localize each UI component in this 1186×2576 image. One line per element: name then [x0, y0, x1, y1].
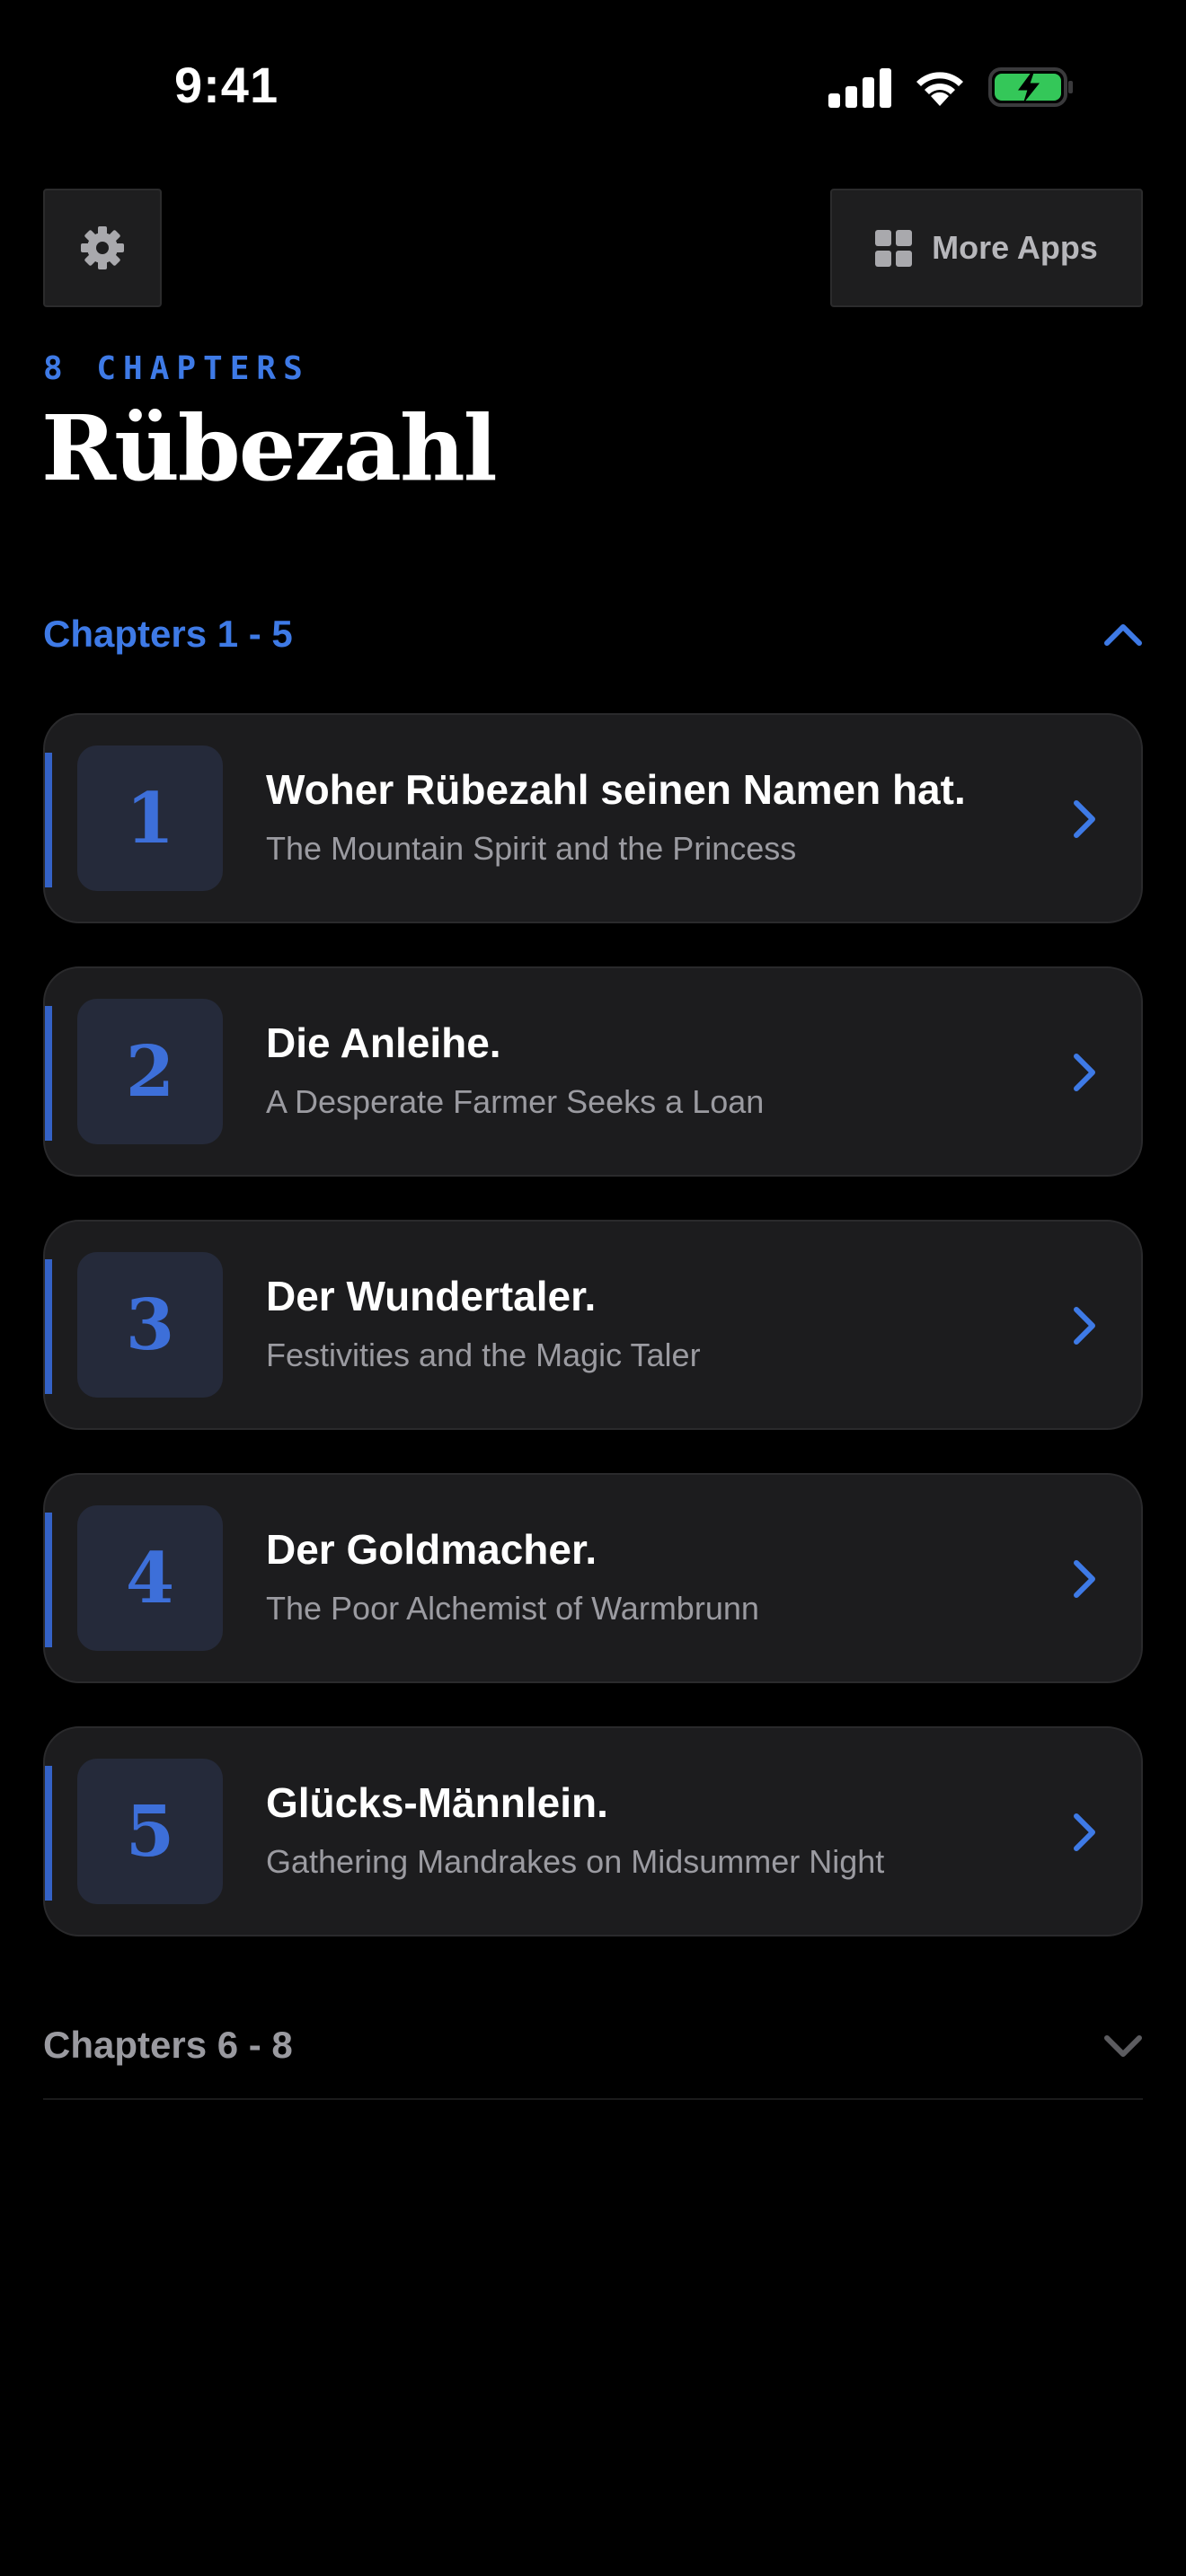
card-accent-bar [45, 1259, 52, 1394]
wifi-icon [916, 72, 963, 106]
more-apps-button[interactable]: More Apps [830, 189, 1143, 307]
chevron-right-icon [1074, 1307, 1095, 1345]
chapter-list: 1 Woher Rübezahl seinen Namen hat. The M… [43, 713, 1143, 1980]
signal-icon [828, 66, 891, 108]
grid-icon [875, 229, 913, 267]
chapter-subtitle: A Desperate Farmer Seeks a Loan [266, 1083, 765, 1120]
chapter-subtitle: The Poor Alchemist of Warmbrunn [266, 1590, 759, 1627]
card-accent-bar [45, 1006, 52, 1141]
chapter-title: Glücks-Männlein. [266, 1779, 608, 1826]
chapter-title: Der Goldmacher. [266, 1526, 597, 1573]
card-accent-bar [45, 753, 52, 887]
chapter-card-4[interactable]: 4 Der Goldmacher. The Poor Alchemist of … [43, 1473, 1143, 1683]
chapter-subtitle: Gathering Mandrakes on Midsummer Night [266, 1843, 885, 1880]
chapter-card-3[interactable]: 3 Der Wundertaler. Festivities and the M… [43, 1220, 1143, 1430]
chapter-number: 1 [77, 745, 223, 891]
book-title: Rübezahl [41, 395, 498, 501]
chapter-number: 3 [77, 1252, 223, 1398]
chapter-count: 8 CHAPTERS [43, 350, 310, 387]
chevron-right-icon [1074, 1813, 1095, 1851]
status-icons [828, 65, 1075, 110]
section-header-chapters-1-5[interactable]: Chapters 1 - 5 [43, 598, 1143, 670]
status-time: 9:41 [174, 57, 279, 113]
chapter-number: 5 [77, 1759, 223, 1904]
chapter-subtitle: Festivities and the Magic Taler [266, 1337, 701, 1373]
card-accent-bar [45, 1513, 52, 1647]
chevron-right-icon [1074, 1054, 1095, 1091]
chapter-title: Der Wundertaler. [266, 1273, 597, 1319]
chevron-up-icon [1104, 624, 1142, 646]
chevron-right-icon [1074, 1560, 1095, 1598]
section-header-chapters-6-8[interactable]: Chapters 6 - 8 [43, 1992, 1143, 2100]
chapter-number: 2 [77, 999, 223, 1144]
gear-icon [81, 226, 124, 269]
chapter-number: 4 [77, 1505, 223, 1651]
settings-button[interactable] [43, 189, 162, 307]
chapter-title: Die Anleihe. [266, 1019, 501, 1066]
card-accent-bar [45, 1766, 52, 1901]
chapter-card-2[interactable]: 2 Die Anleihe. A Desperate Farmer Seeks … [43, 966, 1143, 1177]
chapter-card-1[interactable]: 1 Woher Rübezahl seinen Namen hat. The M… [43, 713, 1143, 923]
chevron-right-icon [1074, 800, 1095, 838]
more-apps-label: More Apps [932, 229, 1098, 266]
chapter-title: Woher Rübezahl seinen Namen hat. [266, 766, 966, 813]
section-label: Chapters 1 - 5 [43, 613, 293, 655]
chapter-subtitle: The Mountain Spirit and the Princess [266, 830, 797, 867]
battery-charging-icon [988, 67, 1073, 107]
chapter-card-5[interactable]: 5 Glücks-Männlein. Gathering Mandrakes o… [43, 1726, 1143, 1936]
chevron-down-icon [1104, 2035, 1142, 2057]
status-bar: 9:41 [0, 0, 1186, 171]
section-label: Chapters 6 - 8 [43, 2024, 293, 2066]
